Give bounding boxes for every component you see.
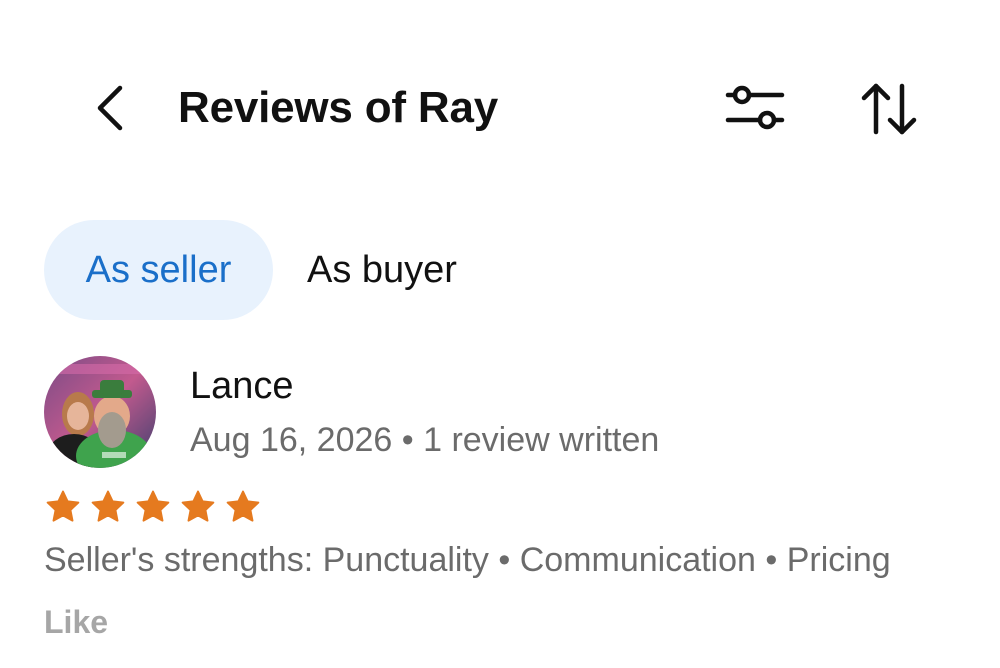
star-icon [91,490,125,522]
avatar-photo [44,356,156,468]
reviews-page: Reviews of Ray As seller As buyer Lance … [0,0,1000,668]
reviewer-name[interactable]: Lance [190,362,294,410]
tab-as-buyer[interactable]: As buyer [307,220,457,320]
back-button[interactable] [88,78,132,138]
page-title: Reviews of Ray [178,83,499,132]
seller-strengths: Seller's strengths: Punctuality • Commun… [44,541,891,579]
sort-button[interactable] [856,80,922,138]
tab-as-seller[interactable]: As seller [44,220,273,320]
star-icon [46,490,80,522]
chevron-left-icon [97,85,123,131]
review-meta: Aug 16, 2026 • 1 review written [190,421,660,459]
star-icon [226,490,260,522]
like-button[interactable]: Like [44,600,108,644]
star-icon [136,490,170,522]
avatar[interactable] [44,356,156,468]
header: Reviews of Ray [0,60,1000,156]
star-icon [181,490,215,522]
sort-arrows-icon [861,83,917,135]
sliders-icon [725,85,785,130]
filter-button[interactable] [722,82,788,134]
